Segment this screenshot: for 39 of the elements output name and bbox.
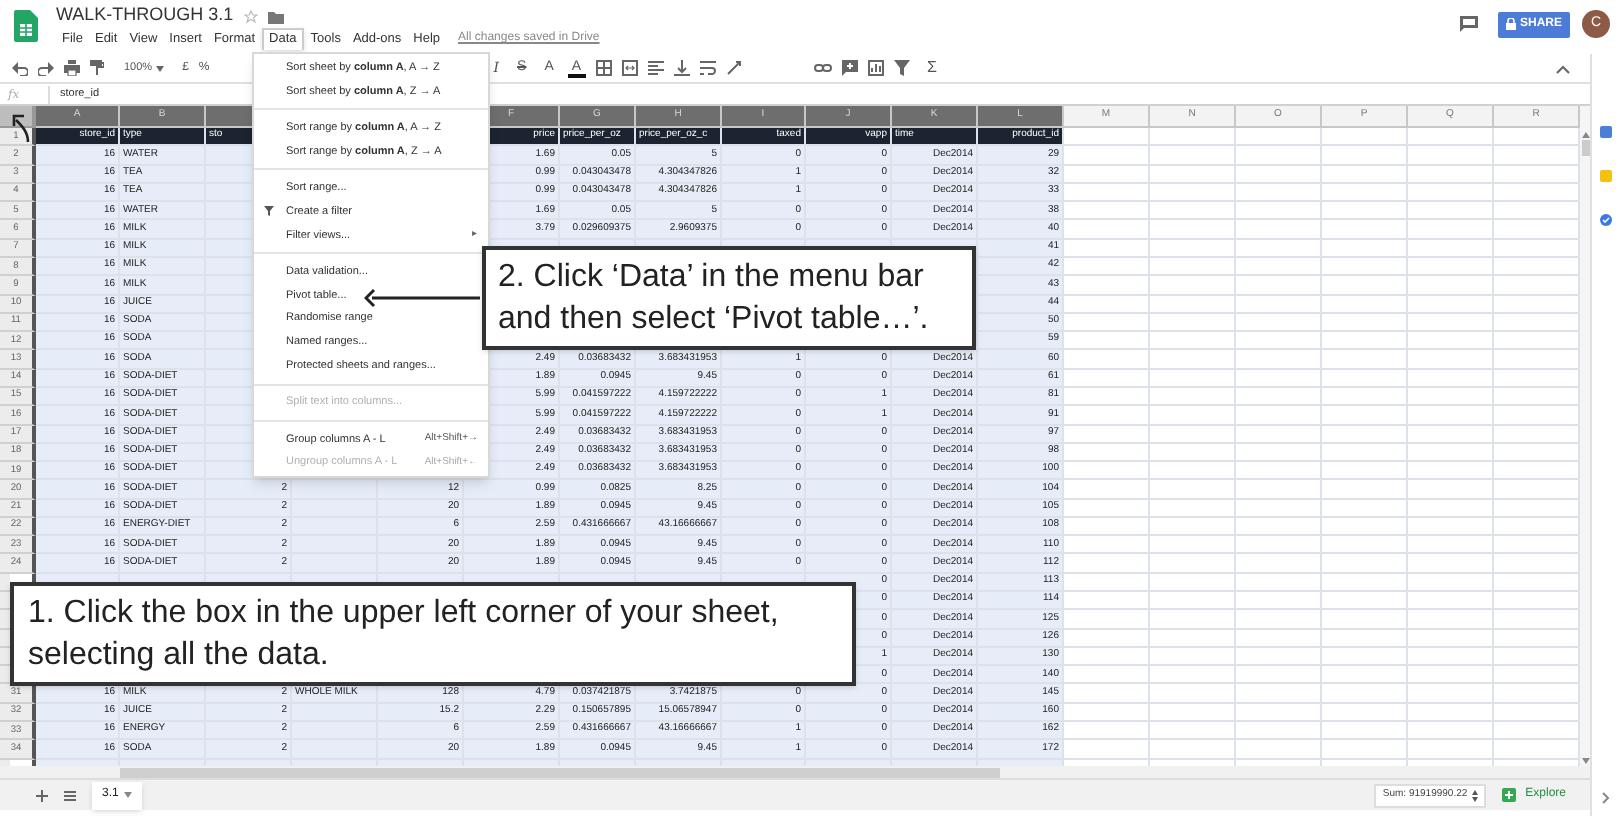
merge-cells-icon[interactable] xyxy=(621,60,638,76)
collapse-icon[interactable] xyxy=(1556,63,1570,73)
lock-icon xyxy=(1505,18,1516,30)
paint-roller-icon[interactable] xyxy=(90,60,104,76)
vertical-align-icon[interactable] xyxy=(673,60,690,76)
explore-icon xyxy=(1501,788,1516,802)
filter-icon[interactable] xyxy=(893,60,910,76)
scrollbar-thumb[interactable] xyxy=(120,767,1000,777)
undo-icon[interactable] xyxy=(12,60,28,76)
redo-icon[interactable] xyxy=(38,60,54,76)
sheet-list-icon[interactable] xyxy=(64,789,76,801)
scrollbar-thumb[interactable] xyxy=(1581,140,1589,156)
insert-comment-icon[interactable] xyxy=(841,60,858,76)
arrow xyxy=(364,288,480,308)
star-icon[interactable] xyxy=(243,9,258,23)
print-icon[interactable] xyxy=(64,60,80,76)
caret-icon xyxy=(156,65,165,71)
insert-chart-icon[interactable] xyxy=(867,60,884,76)
calendar-icon[interactable] xyxy=(1600,126,1612,138)
sort-arrows-icon xyxy=(1471,789,1478,801)
select-all-box[interactable] xyxy=(0,106,36,128)
callout: 2. Click ‘Data’ in the menu bar and then select ‘Pivot table…’. xyxy=(482,246,976,350)
borders-icon[interactable] xyxy=(595,60,612,76)
folder-icon[interactable] xyxy=(267,9,284,23)
filter-icon xyxy=(264,206,274,217)
functions-button[interactable]: Σ xyxy=(927,56,937,80)
expand-panel-icon[interactable] xyxy=(1602,792,1610,804)
sheets-logo-icon xyxy=(14,10,38,42)
comment-icon[interactable] xyxy=(1459,16,1478,32)
document-title[interactable]: WALK-THROUGH 3.1 xyxy=(56,2,234,30)
text-wrap-icon[interactable] xyxy=(699,60,716,76)
add-sheet-icon[interactable] xyxy=(36,789,48,801)
caret-icon xyxy=(124,792,133,798)
link-icon[interactable] xyxy=(813,60,832,76)
check-circle-icon[interactable] xyxy=(1600,214,1612,226)
arrow xyxy=(12,114,32,142)
callout: 1. Click the box in the upper left corner of your sheet, selecting all the data. xyxy=(10,582,856,686)
text-rotation-icon[interactable] xyxy=(725,60,742,76)
horizontal-align-icon[interactable] xyxy=(647,60,664,76)
